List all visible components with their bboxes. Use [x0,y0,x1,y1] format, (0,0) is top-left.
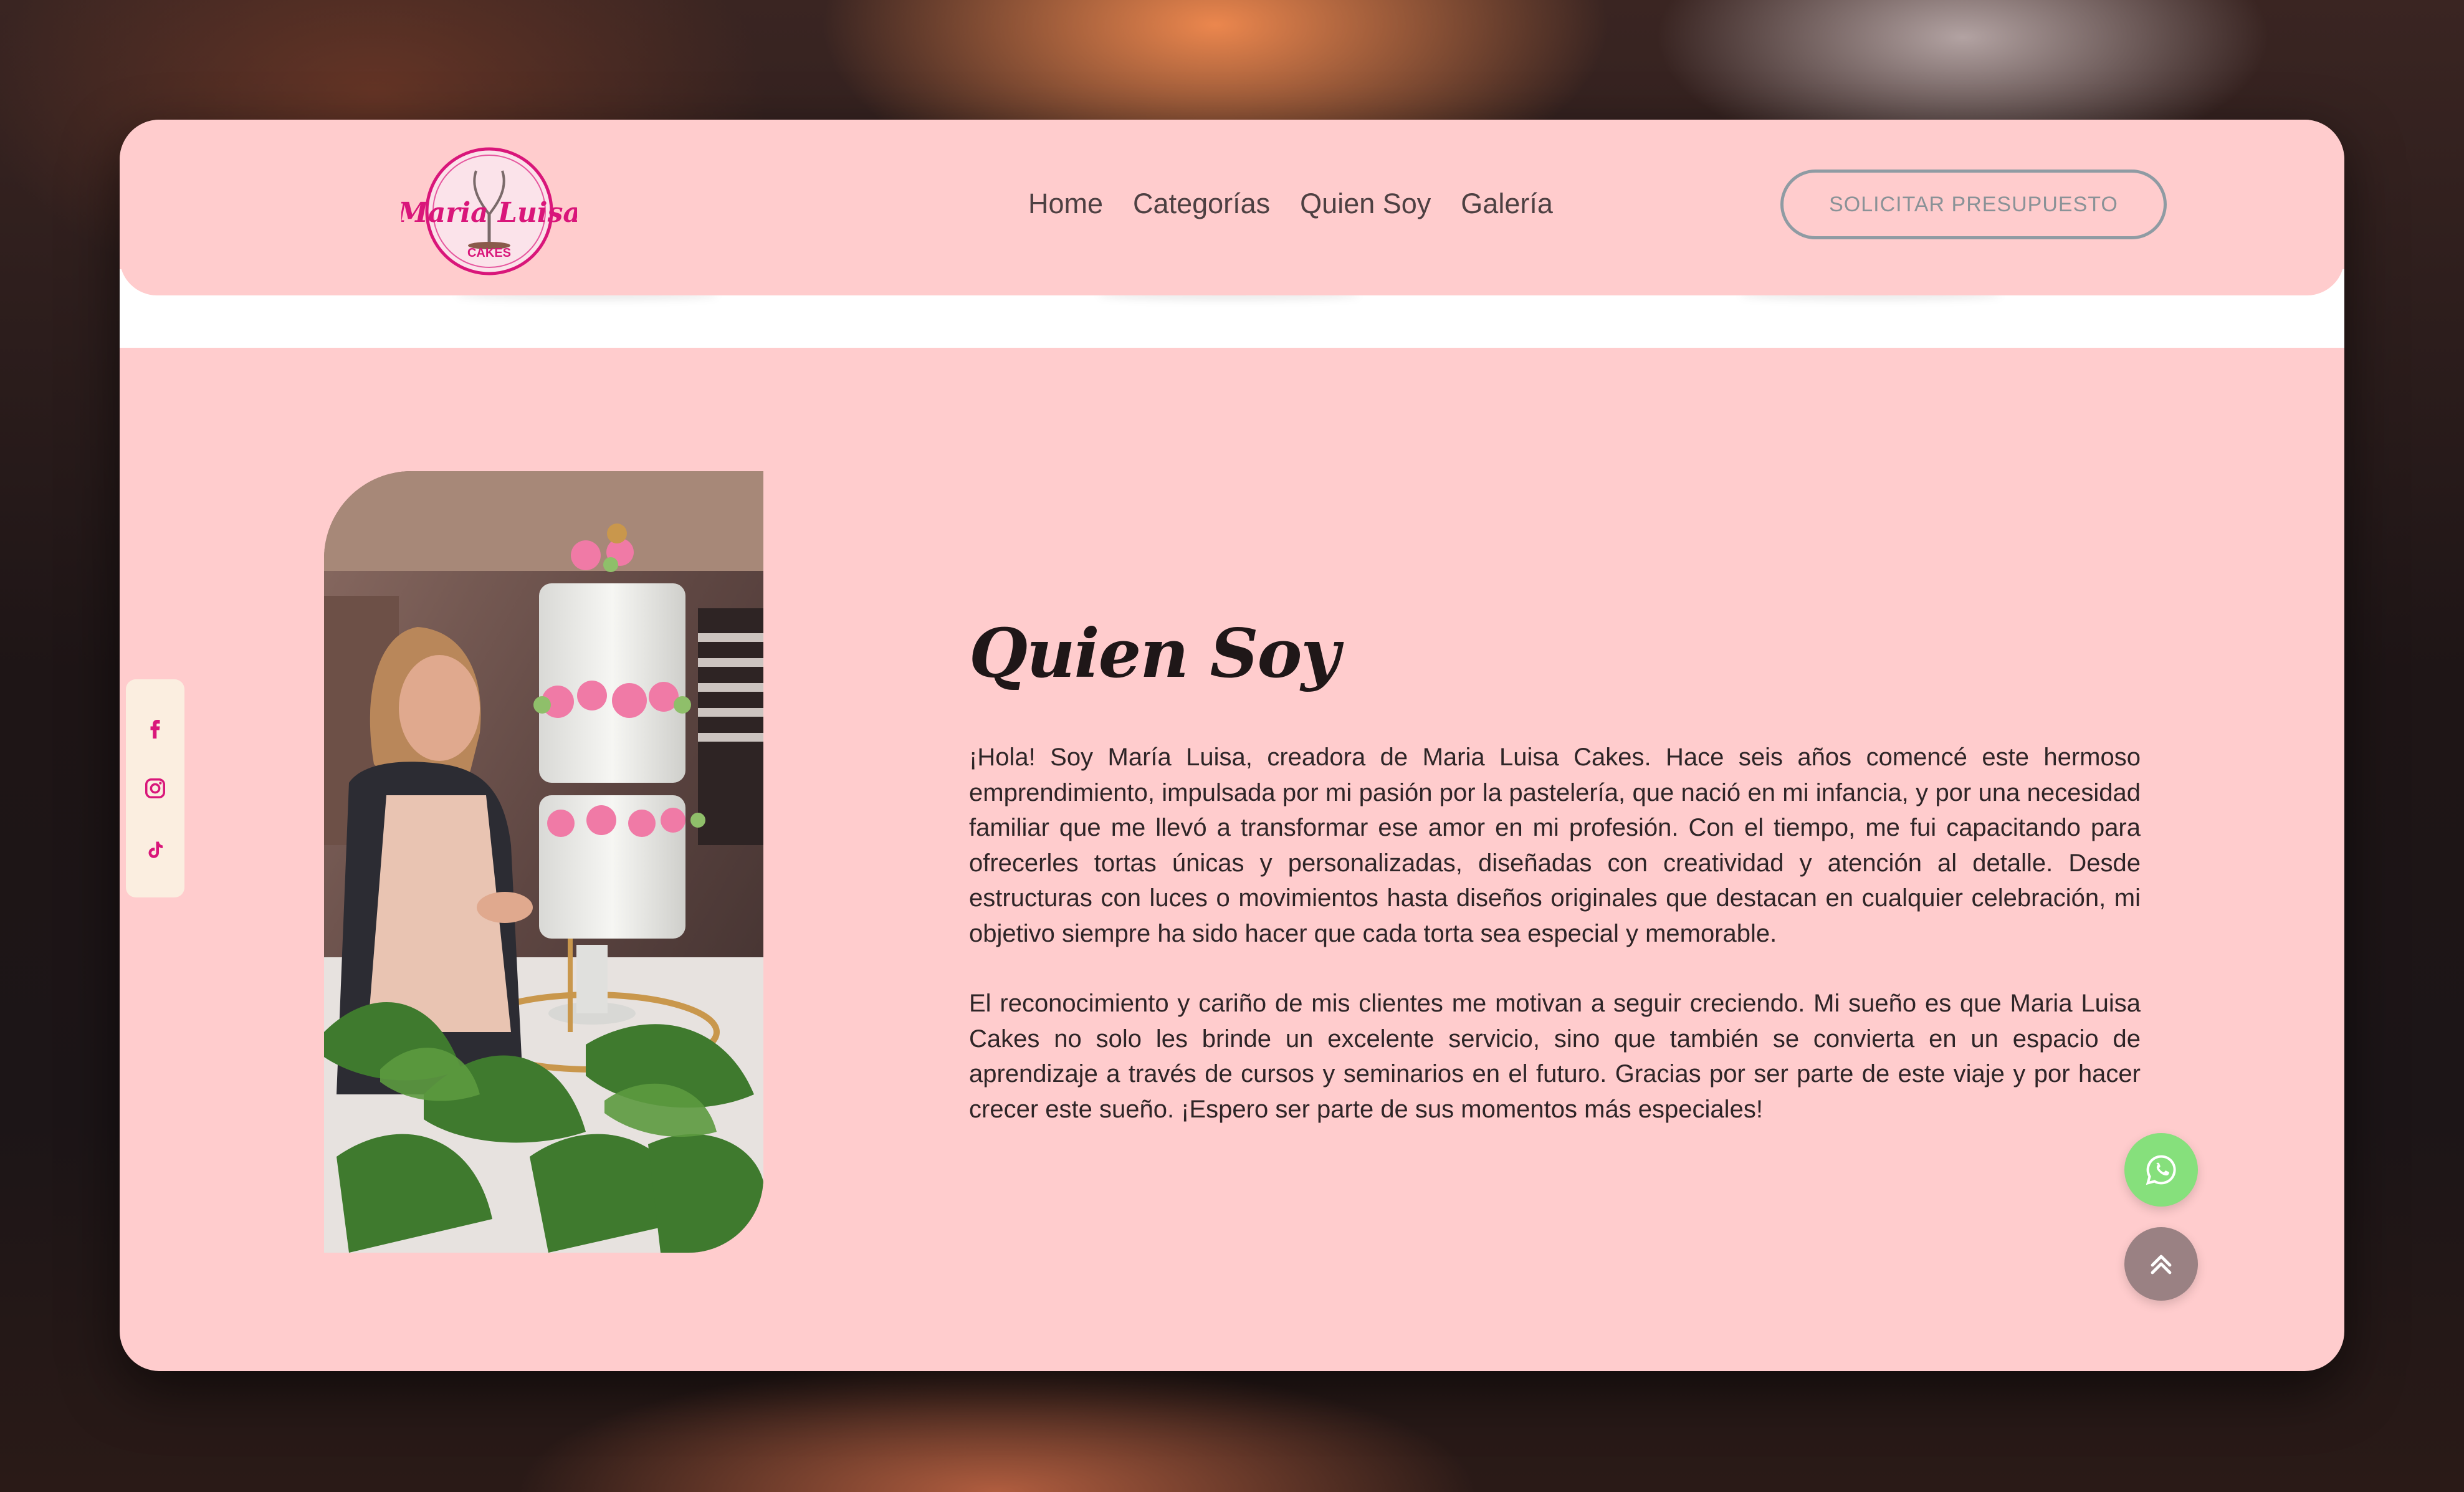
nav-galeria[interactable]: Galería [1461,188,1553,220]
double-chevron-up-icon [2151,1255,2172,1274]
nav-quien-soy[interactable]: Quien Soy [1300,188,1431,220]
about-paragraph: El reconocimiento y cariño de mis client… [969,990,2141,1123]
svg-text:Maria Luisa: Maria Luisa [401,197,577,229]
about-paragraph: ¡Hola! Soy María Luisa, creadora de Mari… [969,744,2141,947]
whatsapp-button[interactable] [2124,1133,2198,1207]
facebook-icon[interactable] [141,714,169,741]
svg-text:CAKES: CAKES [467,246,511,260]
nav-home[interactable]: Home [1028,188,1103,220]
main-nav: Home Categorías Quien Soy Galería [1028,177,1553,231]
request-quote-button[interactable]: SOLICITAR PRESUPUESTO [1780,170,2167,239]
site-header: Maria Luisa CAKES Home Categorías Quien … [120,120,2344,295]
instagram-icon[interactable] [141,775,169,802]
scroll-to-top-button[interactable] [2124,1227,2198,1301]
browser-window: Maria Luisa CAKES Home Categorías Quien … [120,120,2344,1371]
social-sidebar [126,679,184,897]
about-title: Quien Soy [969,614,1340,694]
tiktok-icon[interactable] [141,836,169,864]
about-body: ¡Hola! Soy María Luisa, creadora de Mari… [969,740,2141,1162]
brand-logo[interactable]: Maria Luisa CAKES [396,146,581,277]
baker-with-cake-photo [324,471,763,1253]
nav-categorias[interactable]: Categorías [1133,188,1270,220]
whatsapp-icon [2146,1155,2176,1185]
